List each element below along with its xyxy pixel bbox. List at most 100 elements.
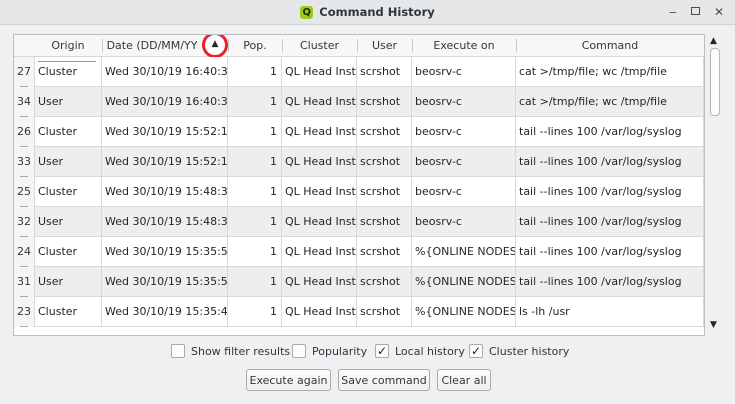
cell-origin[interactable]: Cluster [35, 117, 102, 146]
cell-popularity[interactable]: 1 [228, 237, 282, 266]
row-number[interactable]: 24 [14, 237, 35, 267]
cell-user[interactable]: scrshot [357, 57, 412, 86]
cell-command[interactable]: tail --lines 100 /var/log/syslog [516, 237, 704, 266]
cell-user[interactable]: scrshot [357, 117, 412, 146]
row-number[interactable]: 23 [14, 297, 35, 327]
row-number[interactable]: 27 [14, 57, 35, 87]
execute-again-button[interactable]: Execute again [246, 369, 331, 391]
clear-all-button[interactable]: Clear all [437, 369, 491, 391]
column-header-execute-on[interactable]: Execute on [412, 35, 516, 56]
table-row[interactable]: 34 User Wed 30/10/19 16:40:35 1 QL Head Inst… [14, 87, 704, 117]
local-history-checkbox[interactable]: ✓ Local history [375, 342, 465, 360]
cell-execute-on[interactable]: beosrv-c [412, 87, 516, 116]
cell-command[interactable]: ls -lh /usr [516, 297, 704, 326]
column-header-popularity[interactable]: Pop. [228, 35, 282, 56]
column-header-command[interactable]: Command [516, 35, 704, 56]
column-header-date[interactable]: Date (DD/MM/YY [102, 35, 202, 56]
cell-origin[interactable]: Cluster [35, 177, 102, 206]
cell-origin[interactable]: Cluster [35, 237, 102, 266]
cell-date[interactable]: Wed 30/10/19 15:52:18 [102, 147, 228, 176]
cell-popularity[interactable]: 1 [228, 177, 282, 206]
table-row[interactable]: 33 User Wed 30/10/19 15:52:18 1 QL Head Inst… [14, 147, 704, 177]
checkbox-box-checked[interactable]: ✓ [375, 344, 389, 358]
cell-popularity[interactable]: 1 [228, 117, 282, 146]
cell-cluster[interactable]: QL Head Inst [282, 117, 357, 146]
close-icon[interactable]: ✕ [712, 5, 726, 19]
cell-command[interactable]: cat >/tmp/file; wc /tmp/file [516, 57, 704, 86]
cell-cluster[interactable]: QL Head Inst [282, 297, 357, 326]
cell-date[interactable]: Wed 30/10/19 15:35:43 [102, 297, 228, 326]
scroll-up-icon[interactable]: ▲ [710, 36, 717, 46]
cell-date[interactable]: Wed 30/10/19 15:48:35 [102, 177, 228, 206]
cell-execute-on[interactable]: %{ONLINE NODES} [412, 297, 516, 326]
cell-command[interactable]: tail --lines 100 /var/log/syslog [516, 207, 704, 236]
cell-origin[interactable]: User [35, 207, 102, 236]
checkbox-box[interactable] [292, 344, 306, 358]
cell-origin[interactable]: User [35, 267, 102, 296]
vertical-scrollbar[interactable]: ▲ ▼ [708, 36, 722, 332]
sort-ascending-icon[interactable]: ▲ [202, 35, 228, 58]
cell-cluster[interactable]: QL Head Inst [282, 207, 357, 236]
cell-user[interactable]: scrshot [357, 267, 412, 296]
table-row[interactable]: 31 User Wed 30/10/19 15:35:52 1 QL Head Inst… [14, 267, 704, 297]
cell-user[interactable]: scrshot [357, 87, 412, 116]
maximize-icon[interactable] [688, 5, 702, 19]
minimize-icon[interactable]: ‒ [666, 5, 680, 19]
row-number[interactable]: 25 [14, 177, 35, 207]
scroll-down-icon[interactable]: ▼ [710, 320, 717, 330]
row-number[interactable]: 34 [14, 87, 35, 117]
cell-execute-on[interactable]: beosrv-c [412, 207, 516, 236]
cell-cluster[interactable]: QL Head Inst [282, 267, 357, 296]
cell-command[interactable]: tail --lines 100 /var/log/syslog [516, 267, 704, 296]
popularity-checkbox[interactable]: Popularity [292, 342, 367, 360]
title-bar[interactable]: Q Command History ‒ ✕ [0, 0, 735, 25]
show-filter-results-checkbox[interactable]: Show filter results [171, 342, 290, 360]
checkbox-box-checked[interactable]: ✓ [469, 344, 483, 358]
cell-execute-on[interactable]: beosrv-c [412, 57, 516, 86]
checkbox-box[interactable] [171, 344, 185, 358]
cell-user[interactable]: scrshot [357, 147, 412, 176]
cell-origin[interactable]: Cluster [35, 297, 102, 326]
cell-cluster[interactable]: QL Head Inst [282, 147, 357, 176]
row-number[interactable]: 33 [14, 147, 35, 177]
cell-command[interactable]: tail --lines 100 /var/log/syslog [516, 147, 704, 176]
column-header-origin[interactable]: Origin [34, 35, 102, 56]
table-row[interactable]: 27 Cluster Wed 30/10/19 16:40:35 1 QL Head I… [14, 57, 704, 87]
table-row[interactable]: 23 Cluster Wed 30/10/19 15:35:43 1 QL Head I… [14, 297, 704, 327]
cell-popularity[interactable]: 1 [228, 297, 282, 326]
cell-execute-on[interactable]: %{ONLINE NODES} [412, 237, 516, 266]
cell-execute-on[interactable]: beosrv-c [412, 147, 516, 176]
column-header-user[interactable]: User [357, 35, 412, 56]
cell-popularity[interactable]: 1 [228, 57, 282, 86]
cell-command[interactable]: tail --lines 100 /var/log/syslog [516, 117, 704, 146]
cell-popularity[interactable]: 1 [228, 147, 282, 176]
cell-popularity[interactable]: 1 [228, 87, 282, 116]
save-command-button[interactable]: Save command [338, 369, 430, 391]
row-number[interactable]: 32 [14, 207, 35, 237]
row-number[interactable]: 31 [14, 267, 35, 297]
table-row[interactable]: 26 Cluster Wed 30/10/19 15:52:19 1 QL Head I… [14, 117, 704, 147]
cell-cluster[interactable]: QL Head Inst [282, 87, 357, 116]
table-row[interactable]: 25 Cluster Wed 30/10/19 15:48:35 1 QL Head I… [14, 177, 704, 207]
cell-cluster[interactable]: QL Head Inst [282, 237, 357, 266]
cell-popularity[interactable]: 1 [228, 267, 282, 296]
table-row[interactable]: 32 User Wed 30/10/19 15:48:35 1 QL Head Inst… [14, 207, 704, 237]
cell-user[interactable]: scrshot [357, 177, 412, 206]
scrollbar-thumb[interactable] [710, 48, 720, 116]
cell-cluster[interactable]: QL Head Inst [282, 177, 357, 206]
cell-command[interactable]: tail --lines 100 /var/log/syslog [516, 177, 704, 206]
cell-user[interactable]: scrshot [357, 237, 412, 266]
cell-origin[interactable]: User [35, 147, 102, 176]
cell-date[interactable]: Wed 30/10/19 16:40:35 [102, 87, 228, 116]
history-table[interactable]: Origin Date (DD/MM/YY ▲ Pop. Cluster Use… [13, 34, 705, 336]
cluster-history-checkbox[interactable]: ✓ Cluster history [469, 342, 569, 360]
cell-date[interactable]: Wed 30/10/19 16:40:35 [102, 57, 228, 86]
cell-date[interactable]: Wed 30/10/19 15:35:52 [102, 237, 228, 266]
cell-execute-on[interactable]: beosrv-c [412, 177, 516, 206]
cell-execute-on[interactable]: %{ONLINE NODES} [412, 267, 516, 296]
cell-user[interactable]: scrshot [357, 297, 412, 326]
table-row[interactable]: 24 Cluster Wed 30/10/19 15:35:52 1 QL Head I… [14, 237, 704, 267]
cell-execute-on[interactable]: beosrv-c [412, 117, 516, 146]
cell-cluster[interactable]: QL Head Inst [282, 57, 357, 86]
column-header-cluster[interactable]: Cluster [282, 35, 357, 56]
